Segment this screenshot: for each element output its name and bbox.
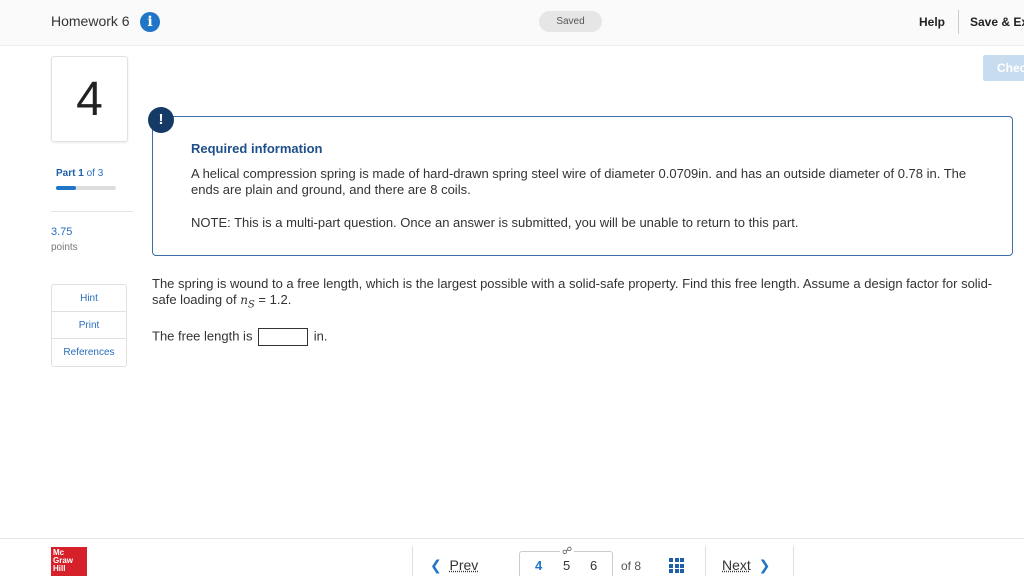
points-label: points bbox=[51, 242, 78, 253]
design-factor-symbol: nS bbox=[240, 293, 255, 311]
question-text: The spring is wound to a free length, wh… bbox=[152, 276, 1002, 313]
info-icon[interactable]: i bbox=[140, 12, 160, 32]
chevron-right-icon: ❯ bbox=[758, 557, 771, 573]
help-button[interactable]: Help bbox=[919, 15, 945, 29]
required-info-text: A helical compression spring is made of … bbox=[191, 166, 967, 197]
answer-row: The free length is in. bbox=[152, 328, 327, 346]
question-number: 4 bbox=[51, 56, 128, 142]
check-my-work-button[interactable]: Chec bbox=[983, 55, 1024, 81]
prev-button[interactable]: ❮ Prev bbox=[430, 557, 478, 574]
design-factor-value: = 1.2. bbox=[258, 292, 292, 307]
page-total: of 8 bbox=[621, 559, 642, 573]
footer-divider bbox=[412, 546, 413, 576]
header-divider bbox=[958, 10, 959, 34]
part-of: of 3 bbox=[86, 168, 104, 179]
page-6-button[interactable]: 6 bbox=[590, 558, 597, 573]
tools-panel: Hint Print References bbox=[51, 284, 127, 367]
part-indicator: Part 1 of 3 bbox=[56, 168, 103, 179]
answer-prefix: The free length is bbox=[152, 328, 253, 344]
assignment-title: Homework 6 bbox=[51, 13, 130, 29]
page-5-button[interactable]: 5 bbox=[563, 558, 570, 573]
link-icon: ☍ bbox=[560, 546, 575, 557]
alert-icon: ! bbox=[148, 107, 174, 133]
next-label: Next bbox=[722, 557, 751, 573]
points-value: 3.75 bbox=[51, 226, 73, 238]
page-4-button[interactable]: 4 bbox=[535, 558, 542, 573]
chevron-left-icon: ❮ bbox=[430, 557, 442, 573]
references-button[interactable]: References bbox=[52, 339, 126, 366]
grid-icon[interactable] bbox=[669, 558, 684, 573]
bottom-nav-bar bbox=[0, 538, 1024, 576]
part-progress-bar bbox=[56, 186, 116, 190]
print-button[interactable]: Print bbox=[52, 312, 126, 339]
required-info-note: NOTE: This is a multi-part question. Onc… bbox=[191, 215, 799, 230]
mcgraw-hill-logo: Mc Graw Hill bbox=[51, 547, 87, 576]
next-button[interactable]: Next ❯ bbox=[722, 557, 770, 574]
prev-label: Prev bbox=[449, 557, 479, 573]
answer-unit: in. bbox=[313, 328, 328, 344]
part-prefix: Part bbox=[56, 168, 76, 179]
part-progress-fill bbox=[56, 186, 76, 190]
hint-button[interactable]: Hint bbox=[52, 285, 126, 312]
footer-divider bbox=[793, 546, 794, 576]
footer-divider bbox=[705, 546, 706, 576]
part-current: 1 bbox=[78, 168, 84, 179]
save-exit-button[interactable]: Save & Ex bbox=[970, 15, 1024, 29]
saved-status-badge: Saved bbox=[539, 11, 602, 32]
left-divider bbox=[51, 211, 133, 212]
required-info-title: Required information bbox=[191, 141, 323, 156]
free-length-input[interactable] bbox=[258, 328, 309, 346]
